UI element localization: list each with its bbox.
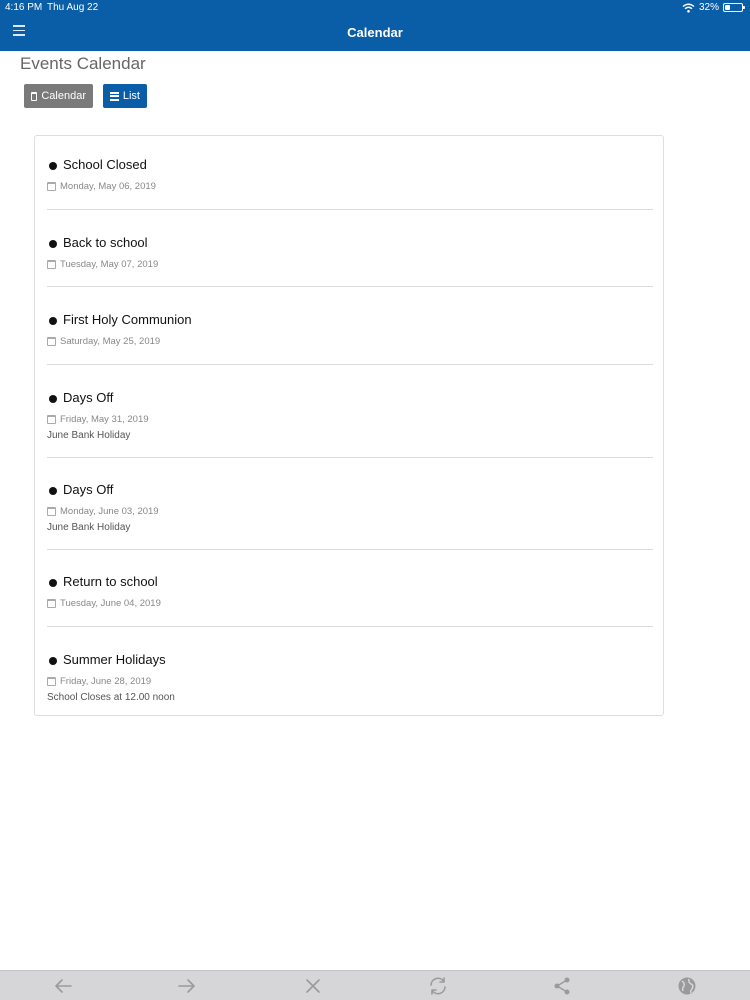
list-icon bbox=[110, 91, 119, 101]
event-title[interactable]: First Holy Communion bbox=[63, 312, 192, 327]
event-date: Saturday, May 25, 2019 bbox=[60, 336, 161, 347]
status-date: Thu Aug 22 bbox=[47, 2, 99, 13]
event-title[interactable]: School Closed bbox=[63, 157, 147, 172]
list-item[interactable]: Days Off Friday, May 31, 2019 June Bank … bbox=[47, 390, 653, 482]
share-icon[interactable] bbox=[551, 976, 573, 996]
calendar-icon bbox=[31, 91, 38, 101]
event-date-row: Friday, June 28, 2019 bbox=[47, 676, 151, 687]
calendar-view-label: Calendar bbox=[41, 90, 86, 102]
battery-icon bbox=[723, 3, 745, 12]
calendar-icon bbox=[47, 507, 56, 516]
battery-percent: 32% bbox=[698, 2, 719, 13]
divider bbox=[47, 286, 653, 287]
event-date: Tuesday, May 07, 2019 bbox=[60, 259, 159, 270]
event-description: June Bank Holiday bbox=[47, 522, 131, 533]
calendar-icon bbox=[47, 182, 56, 191]
calendar-icon bbox=[47, 599, 56, 608]
calendar-icon bbox=[47, 677, 56, 686]
list-item[interactable]: Summer Holidays Friday, June 28, 2019 Sc… bbox=[47, 652, 653, 712]
bullet-icon bbox=[49, 579, 57, 587]
calendar-icon bbox=[47, 415, 56, 424]
globe-icon[interactable] bbox=[676, 976, 698, 996]
close-icon[interactable] bbox=[302, 976, 324, 996]
bottom-toolbar bbox=[0, 970, 750, 1000]
event-date-row: Tuesday, June 04, 2019 bbox=[47, 598, 161, 609]
event-title[interactable]: Summer Holidays bbox=[63, 652, 166, 667]
event-title[interactable]: Return to school bbox=[63, 574, 158, 589]
refresh-icon[interactable] bbox=[427, 976, 449, 996]
bullet-icon bbox=[49, 487, 57, 495]
event-date-row: Tuesday, May 07, 2019 bbox=[47, 259, 158, 270]
event-date-row: Monday, June 03, 2019 bbox=[47, 506, 159, 517]
event-date: Friday, May 31, 2019 bbox=[60, 414, 149, 425]
list-item[interactable]: School Closed Monday, May 06, 2019 bbox=[47, 157, 653, 235]
divider bbox=[47, 209, 653, 210]
event-date-row: Saturday, May 25, 2019 bbox=[47, 336, 160, 347]
event-date: Friday, June 28, 2019 bbox=[60, 676, 152, 687]
divider bbox=[47, 549, 653, 550]
bullet-icon bbox=[49, 657, 57, 665]
nav-title: Calendar bbox=[347, 25, 403, 40]
list-view-button[interactable]: List bbox=[103, 84, 147, 108]
app-screen: 4:16 PM Thu Aug 22 32% Calendar Events C… bbox=[0, 0, 750, 1000]
list-item[interactable]: Return to school Tuesday, June 04, 2019 bbox=[47, 574, 653, 652]
forward-arrow-icon[interactable] bbox=[176, 976, 198, 996]
event-date: Monday, June 03, 2019 bbox=[60, 506, 159, 517]
calendar-icon bbox=[47, 260, 56, 269]
bullet-icon bbox=[49, 317, 57, 325]
event-list: School Closed Monday, May 06, 2019 Back … bbox=[34, 135, 664, 716]
event-title[interactable]: Days Off bbox=[63, 482, 113, 497]
event-description: June Bank Holiday bbox=[47, 430, 131, 441]
back-arrow-icon[interactable] bbox=[52, 976, 74, 996]
list-view-label: List bbox=[122, 90, 140, 102]
bullet-icon bbox=[49, 240, 57, 248]
bullet-icon bbox=[49, 395, 57, 403]
calendar-view-button[interactable]: Calendar bbox=[24, 84, 93, 108]
event-description: School Closes at 12.00 noon bbox=[47, 692, 175, 703]
status-indicators: 32% bbox=[682, 2, 745, 13]
event-date: Tuesday, June 04, 2019 bbox=[60, 598, 161, 609]
event-date: Monday, May 06, 2019 bbox=[60, 181, 156, 192]
event-date-row: Monday, May 06, 2019 bbox=[47, 181, 156, 192]
event-title[interactable]: Back to school bbox=[63, 235, 148, 250]
list-item[interactable]: Days Off Monday, June 03, 2019 June Bank… bbox=[47, 482, 653, 574]
bullet-icon bbox=[49, 162, 57, 170]
wifi-icon bbox=[682, 3, 695, 13]
page-title: Events Calendar bbox=[20, 54, 146, 73]
divider bbox=[47, 457, 653, 458]
top-bar: 4:16 PM Thu Aug 22 32% Calendar bbox=[0, 0, 750, 51]
list-item[interactable]: First Holy Communion Saturday, May 25, 2… bbox=[47, 312, 653, 390]
list-item[interactable]: Back to school Tuesday, May 07, 2019 bbox=[47, 235, 653, 313]
event-date-row: Friday, May 31, 2019 bbox=[47, 414, 149, 425]
event-title[interactable]: Days Off bbox=[63, 390, 113, 405]
divider bbox=[47, 626, 653, 627]
calendar-icon bbox=[47, 337, 56, 346]
divider bbox=[47, 364, 653, 365]
status-time: 4:16 PM bbox=[5, 2, 43, 13]
